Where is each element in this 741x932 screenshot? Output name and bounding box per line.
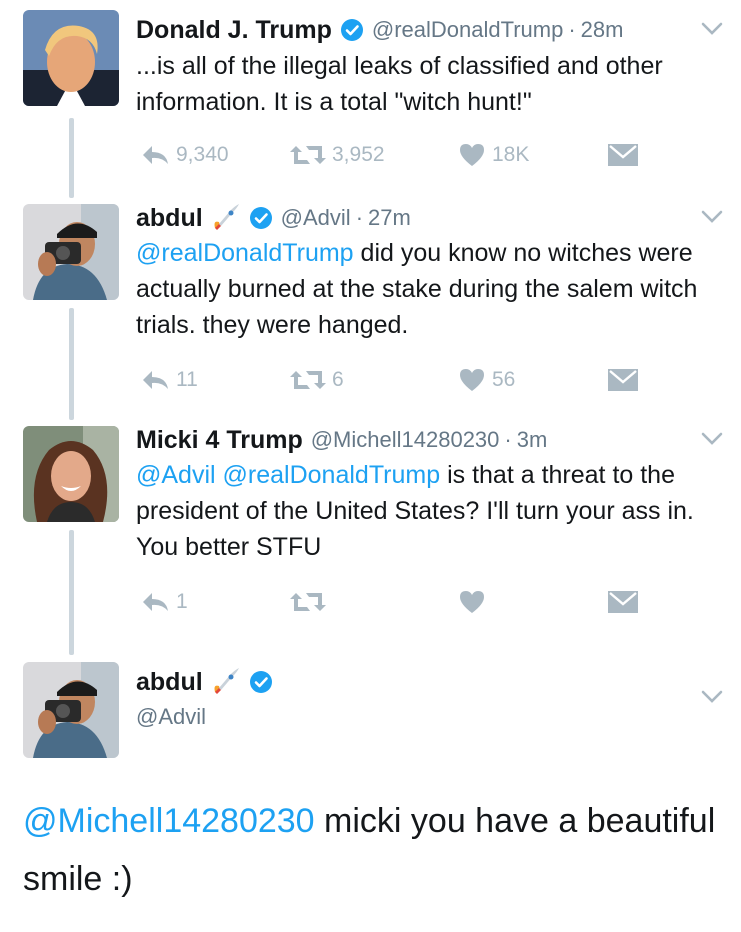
mention-link[interactable]: @Advil — [136, 461, 216, 489]
tweet-text: ...is all of the illegal leaks of classi… — [136, 48, 726, 120]
verified-badge-icon — [249, 206, 273, 230]
tweet-actions: 9,340 3,952 18K — [140, 140, 660, 170]
retweet-button[interactable]: 3,952 — [290, 140, 385, 170]
retweet-button[interactable]: 6 — [290, 365, 344, 395]
tweet[interactable]: abdul @Advil · 27m @realDonaldTrump did … — [0, 198, 741, 420]
heart-icon — [460, 591, 484, 613]
user-name[interactable]: abdul — [136, 204, 203, 233]
rocket-emoji-icon — [209, 202, 241, 234]
like-button[interactable] — [458, 587, 492, 617]
focused-tweet-text: @Michell14280230 micki you have a beauti… — [23, 792, 723, 908]
tweet-text-segment — [216, 461, 223, 489]
separator-dot: · — [504, 427, 512, 452]
direct-message-button[interactable] — [608, 140, 638, 170]
chevron-down-icon[interactable] — [701, 432, 723, 451]
retweet-count: 3,952 — [332, 143, 385, 166]
tweet[interactable]: Donald J. Trump @realDonaldTrump · 28m .… — [0, 10, 741, 200]
user-name[interactable]: Micki 4 Trump — [136, 426, 303, 455]
chevron-down-icon[interactable] — [701, 210, 723, 229]
like-count: 56 — [492, 368, 516, 391]
chevron-down-icon[interactable] — [701, 22, 723, 41]
reply-count: 1 — [176, 590, 188, 613]
direct-message-button[interactable] — [608, 365, 638, 395]
like-count: 18K — [492, 143, 530, 166]
tweet[interactable]: Micki 4 Trump @Michell14280230 · 3m @Adv… — [0, 420, 741, 640]
avatar[interactable] — [23, 662, 119, 758]
heart-icon — [460, 144, 484, 166]
chevron-down-icon[interactable] — [701, 690, 723, 709]
timestamp[interactable]: 3m — [517, 427, 548, 453]
user-name[interactable]: Donald J. Trump — [136, 16, 332, 45]
reply-icon — [143, 146, 168, 164]
retweet-button[interactable] — [290, 587, 332, 617]
tweet-text: @realDonaldTrump did you know no witches… — [136, 235, 726, 343]
user-handle[interactable]: @realDonaldTrump — [372, 17, 563, 43]
verified-badge-icon — [340, 18, 364, 42]
user-handle[interactable]: @Michell14280230 — [311, 427, 500, 453]
mention-link[interactable]: @realDonaldTrump — [136, 239, 354, 267]
separator-dot: · — [568, 17, 576, 42]
reply-button[interactable]: 11 — [140, 365, 198, 395]
reply-button[interactable]: 1 — [140, 587, 188, 617]
rocket-emoji-icon — [209, 666, 241, 698]
tweet-actions: 11 6 56 — [140, 365, 660, 395]
verified-badge-icon — [249, 670, 273, 694]
user-name[interactable]: abdul — [136, 668, 203, 697]
retweet-icon — [290, 371, 326, 389]
retweet-icon — [290, 593, 326, 611]
retweet-count: 6 — [332, 368, 344, 391]
envelope-icon — [608, 591, 638, 613]
reply-button[interactable]: 9,340 — [140, 140, 229, 170]
like-button[interactable]: 18K — [458, 140, 529, 170]
avatar[interactable] — [23, 204, 119, 300]
heart-icon — [460, 369, 484, 391]
reply-icon — [143, 371, 168, 389]
tweet-text: @Advil @realDonaldTrump is that a threat… — [136, 457, 726, 565]
reply-count: 9,340 — [176, 143, 229, 166]
retweet-icon — [290, 146, 326, 164]
reply-icon — [143, 593, 168, 611]
tweet-text-segment: ...is all of the illegal leaks of classi… — [136, 52, 663, 116]
user-handle[interactable]: @Advil — [136, 704, 206, 730]
mention-link[interactable]: @Michell14280230 — [23, 802, 315, 840]
user-handle[interactable]: @Advil — [281, 205, 351, 231]
separator-dot: · — [355, 205, 364, 230]
direct-message-button[interactable] — [608, 587, 638, 617]
tweet-actions: 1 — [140, 587, 660, 617]
envelope-icon — [608, 144, 638, 166]
mention-link[interactable]: @realDonaldTrump — [223, 461, 441, 489]
reply-count: 11 — [176, 368, 198, 391]
envelope-icon — [608, 369, 638, 391]
avatar[interactable] — [23, 10, 119, 106]
like-button[interactable]: 56 — [458, 365, 515, 395]
timestamp[interactable]: 27m — [368, 205, 411, 231]
timestamp[interactable]: 28m — [581, 17, 624, 43]
avatar[interactable] — [23, 426, 119, 522]
